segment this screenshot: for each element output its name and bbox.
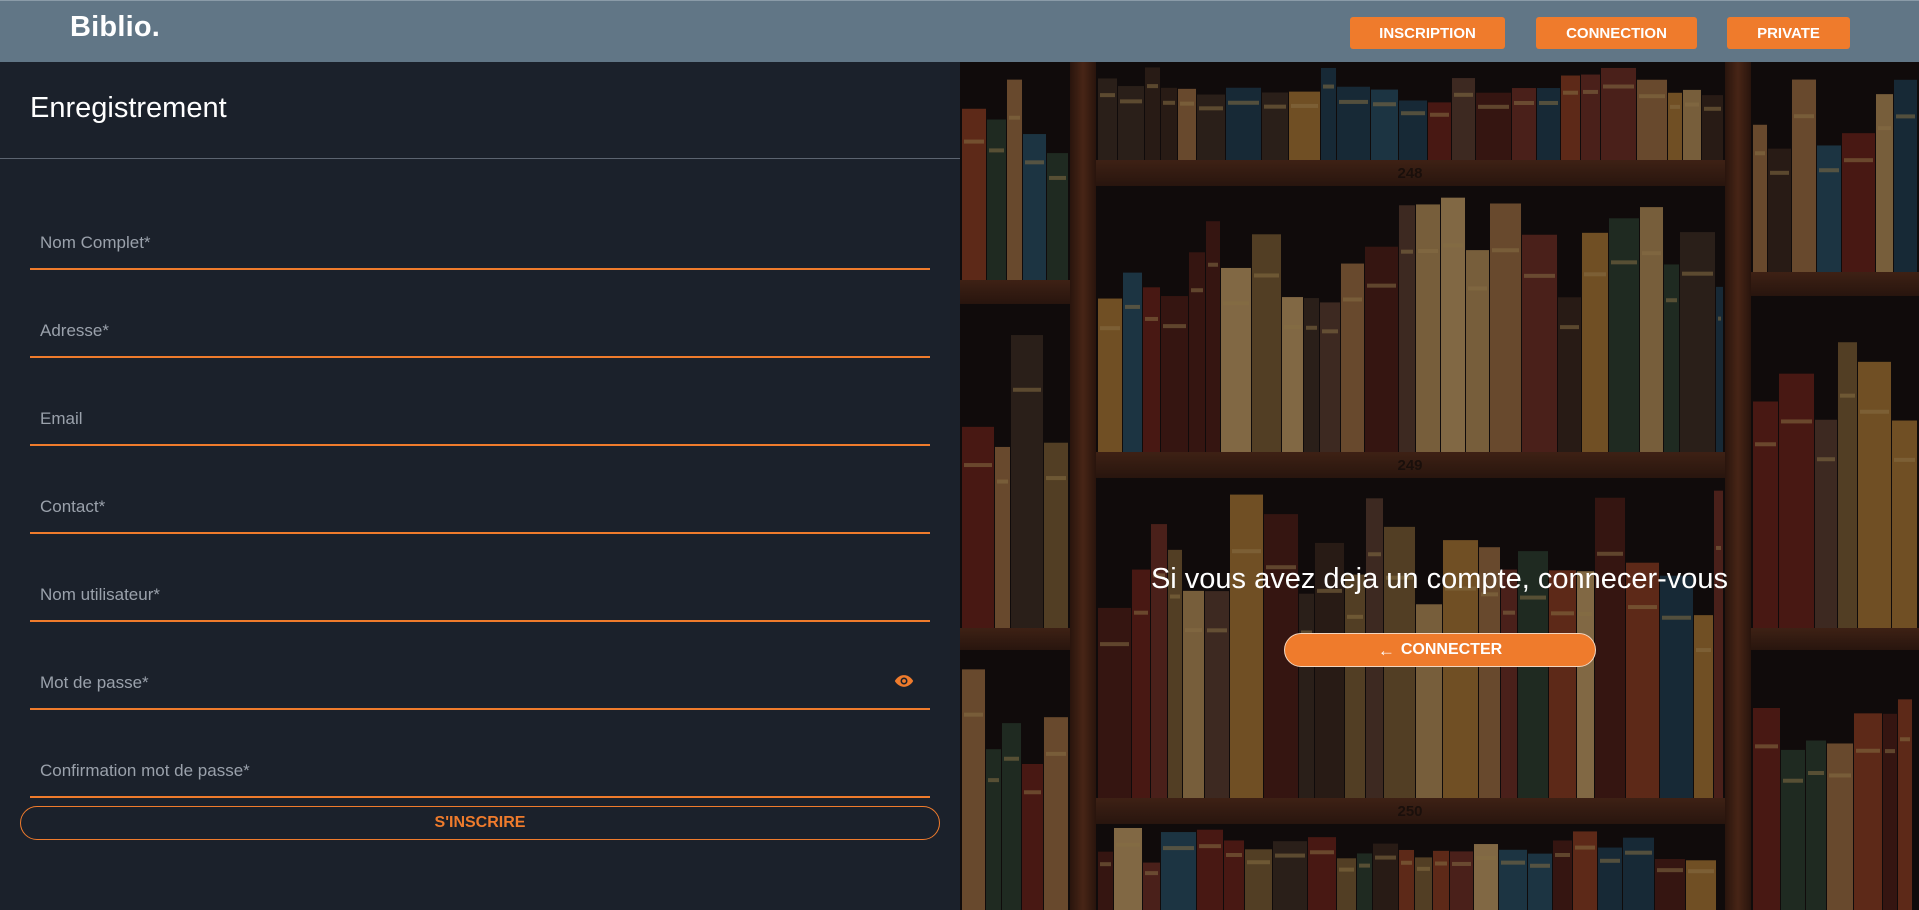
email-input[interactable] <box>30 386 930 444</box>
nav-inscription-button[interactable]: INSCRIPTION <box>1350 17 1505 49</box>
username-input[interactable] <box>30 562 930 620</box>
register-submit-button[interactable]: S'INSCRIRE <box>20 806 940 840</box>
email-field <box>30 386 930 446</box>
username-field <box>30 562 930 622</box>
address-input[interactable] <box>30 298 930 356</box>
nav-private-button[interactable]: PRIVATE <box>1727 17 1850 49</box>
login-cta-panel: 248 249 250 Si vous avez deja un compte,… <box>960 62 1919 910</box>
page-title: Enregistrement <box>30 92 227 124</box>
address-field <box>30 298 930 358</box>
login-prompt-text: Si vous avez deja un compte, connecer-vo… <box>1150 563 1729 595</box>
full-name-input[interactable] <box>30 210 930 268</box>
title-divider <box>0 158 960 159</box>
eye-icon[interactable] <box>894 674 914 688</box>
top-navbar: Biblio. INSCRIPTION CONNECTION PRIVATE <box>0 0 1919 62</box>
confirm-password-input[interactable] <box>30 738 930 796</box>
connect-button[interactable]: ← CONNECTER <box>1284 633 1596 667</box>
contact-input[interactable] <box>30 474 930 532</box>
nav-connection-button[interactable]: CONNECTION <box>1536 17 1697 49</box>
connect-button-label: CONNECTER <box>1400 641 1503 658</box>
password-input[interactable] <box>30 650 930 708</box>
contact-field <box>30 474 930 534</box>
confirm-password-field <box>30 738 930 798</box>
password-field <box>30 650 930 710</box>
registration-panel: Enregistrement S'INSCRIRE <box>0 62 960 910</box>
full-name-field <box>30 210 930 270</box>
brand-logo[interactable]: Biblio. <box>70 11 160 44</box>
dark-overlay <box>960 62 1919 910</box>
arrow-left-icon: ← <box>1377 640 1395 660</box>
